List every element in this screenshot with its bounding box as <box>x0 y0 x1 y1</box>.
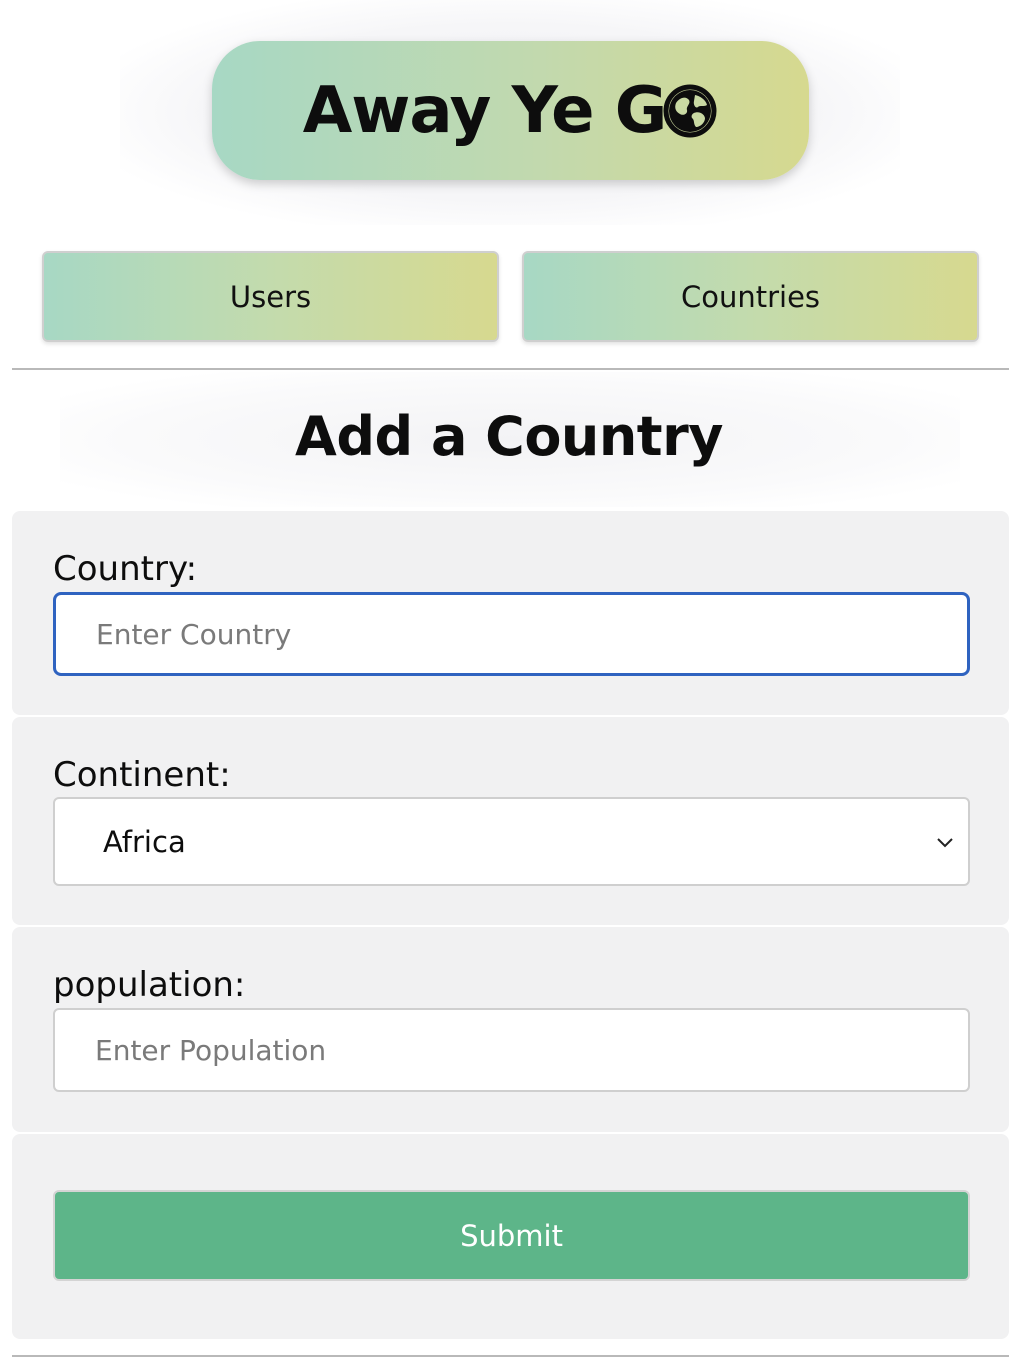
continent-label: Continent: <box>53 755 231 795</box>
page: Away Ye G Users Countries Add a Country … <box>0 0 1018 1358</box>
globe-icon <box>663 84 717 137</box>
nav-countries-label: Countries <box>680 279 821 314</box>
logo-wordmark: Away Ye G <box>303 74 719 148</box>
nav-countries-button[interactable]: Countries <box>522 251 979 342</box>
divider-bottom <box>12 1355 1009 1357</box>
divider <box>12 368 1009 370</box>
nav-users-label: Users <box>229 279 312 314</box>
population-label: population: <box>53 965 246 1005</box>
continent-selected-value: Africa <box>103 824 186 859</box>
submit-button[interactable]: Submit <box>53 1190 970 1281</box>
country-label: Country: <box>53 549 198 589</box>
page-title: Add a Country <box>295 405 723 468</box>
continent-select[interactable]: Africa <box>53 797 970 886</box>
country-input[interactable] <box>53 592 970 676</box>
population-input[interactable] <box>53 1008 970 1092</box>
chevron-down-icon <box>937 838 953 848</box>
nav-users-button[interactable]: Users <box>42 251 499 342</box>
logo-text: Away Ye G <box>302 73 668 148</box>
app-logo[interactable]: Away Ye G <box>212 41 809 180</box>
